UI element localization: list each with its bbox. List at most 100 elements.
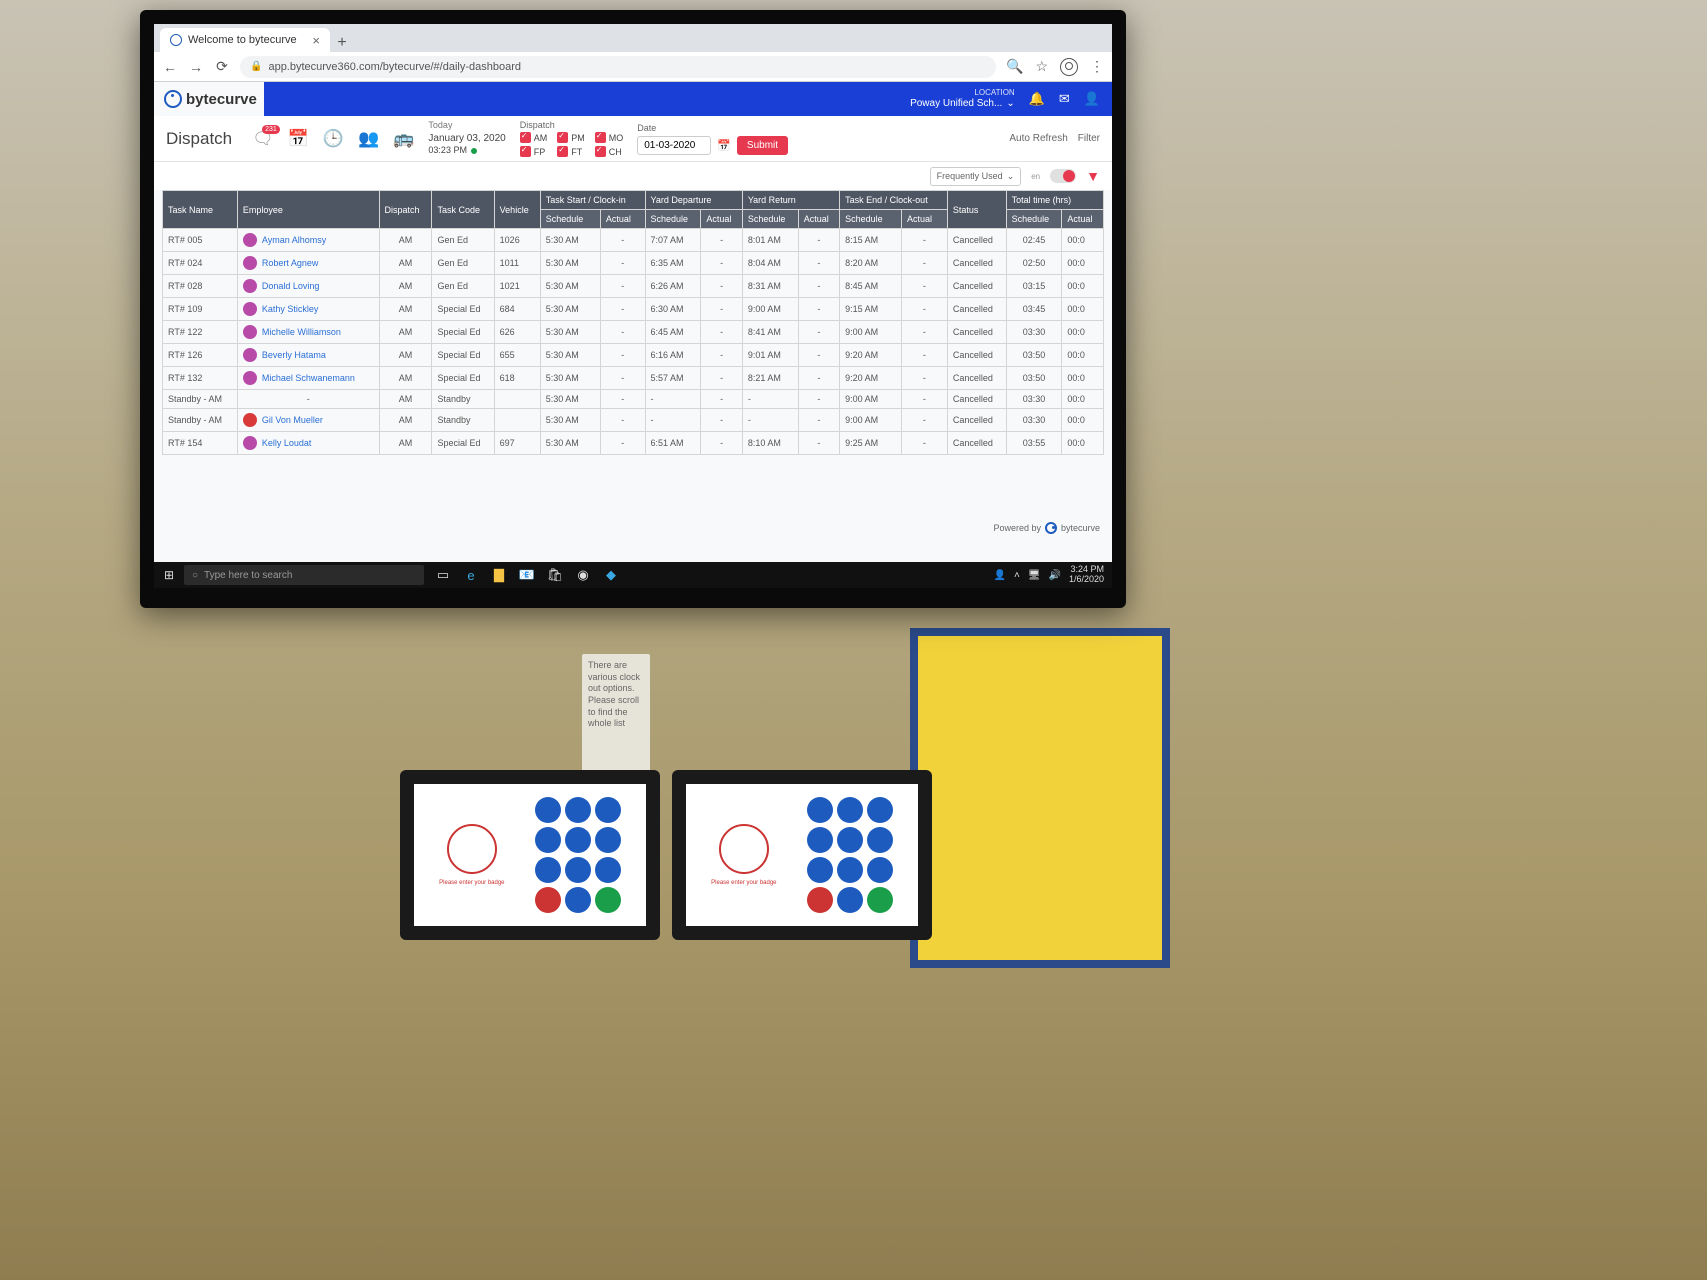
- employee-name[interactable]: Michael Schwanemann: [262, 373, 355, 383]
- star-icon[interactable]: ☆: [1035, 58, 1048, 75]
- col-sub[interactable]: Actual: [1062, 210, 1104, 229]
- employee-name[interactable]: Beverly Hatama: [262, 350, 326, 360]
- cell-yd-a: -: [701, 252, 742, 275]
- col-dispatch[interactable]: Dispatch: [379, 191, 432, 229]
- cell-yr-s: 8:01 AM: [742, 229, 798, 252]
- calendar-picker-icon[interactable]: 📅: [717, 139, 731, 152]
- table-row[interactable]: RT# 132Michael SchwanemannAMSpecial Ed61…: [163, 367, 1104, 390]
- chrome-icon[interactable]: ◉: [570, 564, 596, 586]
- edge-icon[interactable]: e: [458, 564, 484, 586]
- col-sub[interactable]: Actual: [798, 210, 839, 229]
- cell-status: Cancelled: [947, 298, 1006, 321]
- date-input[interactable]: [637, 136, 711, 155]
- calendar-icon[interactable]: 📅: [288, 129, 309, 149]
- employee-name[interactable]: Donald Loving: [262, 281, 320, 291]
- chevron-up-icon[interactable]: ˄: [1014, 570, 1020, 581]
- location-block[interactable]: LOCATION Poway Unified Sch...⌄: [910, 88, 1015, 110]
- checkbox-mo[interactable]: [595, 132, 606, 143]
- col-yard-dep[interactable]: Yard Departure: [645, 191, 742, 210]
- reload-icon[interactable]: ⟳: [214, 58, 230, 75]
- col-employee[interactable]: Employee: [237, 191, 379, 229]
- explorer-icon[interactable]: ▇: [486, 564, 512, 586]
- table-row[interactable]: RT# 126Beverly HatamaAMSpecial Ed6555:30…: [163, 344, 1104, 367]
- menu-icon[interactable]: ⋮: [1090, 58, 1104, 75]
- col-task-start[interactable]: Task Start / Clock-in: [540, 191, 645, 210]
- task-view-icon[interactable]: ▭: [430, 564, 456, 586]
- table-row[interactable]: RT# 109Kathy StickleyAMSpecial Ed6845:30…: [163, 298, 1104, 321]
- table-row[interactable]: RT# 028Donald LovingAMGen Ed10215:30 AM-…: [163, 275, 1104, 298]
- people-icon[interactable]: 👥: [358, 129, 379, 149]
- col-task-name[interactable]: Task Name: [163, 191, 238, 229]
- employee-name[interactable]: Gil Von Mueller: [262, 415, 323, 425]
- table-row[interactable]: RT# 154Kelly LoudatAMSpecial Ed6975:30 A…: [163, 432, 1104, 455]
- bus-icon[interactable]: 🚌: [393, 129, 414, 149]
- mail-app-icon[interactable]: 📧: [514, 564, 540, 586]
- people-tray-icon[interactable]: 👤: [994, 570, 1006, 581]
- cell-vehicle: 1011: [494, 252, 540, 275]
- table-row[interactable]: RT# 005Ayman AlhomsyAMGen Ed10265:30 AM-…: [163, 229, 1104, 252]
- tab-close-icon[interactable]: ×: [312, 33, 320, 48]
- tray-clock[interactable]: 3:24 PM 1/6/2020: [1069, 565, 1104, 585]
- submit-button[interactable]: Submit: [737, 136, 788, 155]
- network-icon[interactable]: 🖥: [1028, 570, 1041, 581]
- col-task-end[interactable]: Task End / Clock-out: [840, 191, 948, 210]
- taskbar-search[interactable]: ○ Type here to search: [184, 565, 424, 585]
- back-icon[interactable]: ←: [162, 59, 178, 75]
- col-sub[interactable]: Schedule: [1006, 210, 1062, 229]
- funnel-icon[interactable]: ▼: [1086, 168, 1100, 184]
- cell-te-s: 8:20 AM: [840, 252, 902, 275]
- browser-tab[interactable]: Welcome to bytecurve ×: [160, 28, 330, 52]
- table-row[interactable]: RT# 122Michelle WilliamsonAMSpecial Ed62…: [163, 321, 1104, 344]
- col-sub[interactable]: Actual: [600, 210, 645, 229]
- today-date: January 03, 2020: [428, 132, 505, 145]
- refresh-toggle[interactable]: [1050, 169, 1076, 183]
- checkbox-fp[interactable]: [520, 146, 531, 157]
- new-tab-button[interactable]: +: [330, 34, 354, 52]
- col-total-time[interactable]: Total time (hrs): [1006, 191, 1103, 210]
- forward-icon[interactable]: →: [188, 59, 204, 75]
- app-content: bytecurve LOCATION Poway Unified Sch...⌄…: [154, 82, 1112, 562]
- table-row[interactable]: Standby - AMGil Von MuellerAMStandby5:30…: [163, 409, 1104, 432]
- col-sub[interactable]: Actual: [701, 210, 742, 229]
- checkbox-pm[interactable]: [557, 132, 568, 143]
- col-sub[interactable]: Schedule: [645, 210, 701, 229]
- table-row[interactable]: RT# 024Robert AgnewAMGen Ed10115:30 AM-6…: [163, 252, 1104, 275]
- cell-yd-a: -: [701, 409, 742, 432]
- clock-icon[interactable]: 🕒: [323, 129, 344, 149]
- mail-icon[interactable]: ✉: [1059, 91, 1070, 107]
- avatar-icon: [243, 348, 257, 362]
- app-icon[interactable]: ◆: [598, 564, 624, 586]
- volume-icon[interactable]: 🔊: [1049, 570, 1061, 581]
- frequently-used-select[interactable]: Frequently Used⌄: [930, 167, 1022, 186]
- avatar-icon: [243, 413, 257, 427]
- checkbox-ft[interactable]: [557, 146, 568, 157]
- col-task-code[interactable]: Task Code: [432, 191, 494, 229]
- search-icon[interactable]: 🔍: [1006, 58, 1023, 75]
- employee-name[interactable]: Kathy Stickley: [262, 304, 319, 314]
- cell-code: Gen Ed: [432, 275, 494, 298]
- col-sub[interactable]: Schedule: [540, 210, 600, 229]
- cell-task: RT# 028: [163, 275, 238, 298]
- bell-icon[interactable]: 🔔: [1029, 91, 1045, 107]
- col-yard-ret[interactable]: Yard Return: [742, 191, 839, 210]
- alerts-icon[interactable]: 🗨231: [252, 129, 274, 149]
- cell-dispatch: AM: [379, 298, 432, 321]
- employee-name[interactable]: Kelly Loudat: [262, 438, 312, 448]
- employee-name[interactable]: Ayman Alhomsy: [262, 235, 326, 245]
- table-row[interactable]: Standby - AM-AMStandby5:30 AM-----9:00 A…: [163, 390, 1104, 409]
- col-sub[interactable]: Actual: [901, 210, 947, 229]
- employee-name[interactable]: Michelle Williamson: [262, 327, 341, 337]
- start-button[interactable]: ⊞: [154, 568, 184, 582]
- col-sub[interactable]: Schedule: [840, 210, 902, 229]
- checkbox-am[interactable]: [520, 132, 531, 143]
- cell-yd-a: -: [701, 298, 742, 321]
- col-status[interactable]: Status: [947, 191, 1006, 229]
- checkbox-ch[interactable]: [595, 146, 606, 157]
- col-vehicle[interactable]: Vehicle: [494, 191, 540, 229]
- url-field[interactable]: 🔒 app.bytecurve360.com/bytecurve/#/daily…: [240, 56, 996, 78]
- profile-icon[interactable]: [1060, 58, 1078, 76]
- col-sub[interactable]: Schedule: [742, 210, 798, 229]
- employee-name[interactable]: Robert Agnew: [262, 258, 319, 268]
- user-icon[interactable]: 👤: [1084, 91, 1100, 107]
- store-icon[interactable]: 🛍: [542, 564, 568, 586]
